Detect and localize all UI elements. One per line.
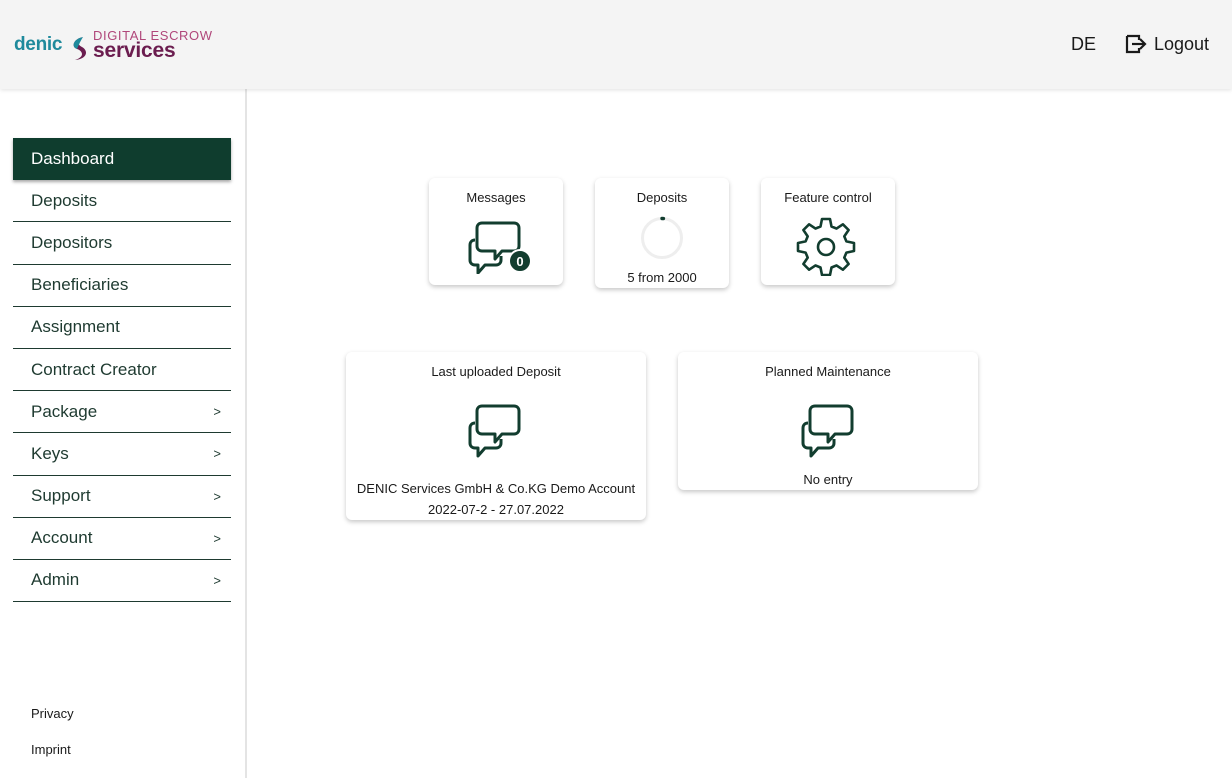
brand-name-denic: denic (14, 34, 63, 55)
card-title: Feature control (784, 190, 872, 205)
card-title: Last uploaded Deposit (431, 364, 561, 379)
sidebar-item-beneficiaries[interactable]: Beneficiaries (13, 265, 231, 307)
chevron-right-icon: > (213, 572, 221, 588)
deposit-account-name: DENIC Services GmbH & Co.KG Demo Account (356, 481, 636, 496)
imprint-link[interactable]: Imprint (31, 742, 71, 757)
sidebar-item-assignment[interactable]: Assignment (13, 307, 231, 349)
maintenance-status: No entry (803, 472, 853, 487)
sidebar: Dashboard Deposits Depositors Beneficiar… (0, 89, 247, 778)
planned-maintenance-card[interactable]: Planned Maintenance No entry (678, 352, 978, 490)
chevron-right-icon: > (213, 530, 221, 546)
sidebar-item-label: Dashboard (31, 149, 115, 169)
privacy-link[interactable]: Privacy (31, 706, 74, 721)
sidebar-item-label: Contract Creator (31, 359, 157, 379)
last-uploaded-deposit-card[interactable]: Last uploaded Deposit DENIC Services Gmb… (346, 352, 646, 520)
sidebar-item-account[interactable]: Account > (13, 518, 231, 560)
feature-control-card[interactable]: Feature control (761, 178, 895, 285)
sidebar-item-support[interactable]: Support > (13, 476, 231, 518)
messages-card[interactable]: Messages 0 (429, 178, 563, 285)
deposits-usage-caption: 5 from 2000 (627, 270, 697, 285)
logout-icon (1125, 34, 1147, 54)
chat-bubbles-icon (468, 404, 521, 458)
sidebar-item-dashboard[interactable]: Dashboard (13, 138, 231, 181)
sidebar-item-contract-creator[interactable]: Contract Creator (13, 349, 231, 392)
sidebar-item-label: Account (31, 528, 93, 548)
card-title: Deposits (636, 190, 688, 205)
chevron-right-icon: > (213, 488, 221, 504)
sidebar-item-label: Assignment (31, 317, 120, 337)
sidebar-nav: Dashboard Deposits Depositors Beneficiar… (13, 138, 231, 603)
logout-button[interactable]: Logout (1124, 31, 1209, 57)
logout-label: Logout (1154, 33, 1210, 54)
progress-ring-icon (640, 216, 684, 260)
messages-count-badge: 0 (508, 249, 532, 273)
chevron-right-icon: > (213, 446, 221, 462)
brand-swirl-icon (73, 37, 87, 60)
sidebar-item-label: Depositors (31, 232, 113, 252)
sidebar-item-deposits[interactable]: Deposits (13, 180, 231, 223)
card-title: Planned Maintenance (765, 364, 891, 379)
deposit-period: 2022-07-2 - 27.07.2022 (428, 502, 564, 517)
deposits-card[interactable]: Deposits 5 from 2000 (595, 178, 729, 288)
sidebar-item-label: Support (31, 486, 91, 506)
top-header: denic DIGITAL ESCROW services DE Logout (0, 0, 1232, 89)
sidebar-item-label: Package (31, 401, 98, 421)
sidebar-item-label: Keys (31, 443, 69, 463)
sidebar-item-depositors[interactable]: Depositors (13, 222, 231, 265)
sidebar-item-keys[interactable]: Keys > (13, 433, 231, 476)
gear-icon (796, 217, 856, 276)
sidebar-item-admin[interactable]: Admin > (13, 560, 231, 603)
card-title: Messages (466, 190, 526, 205)
brand-logo[interactable]: denic DIGITAL ESCROW services (14, 28, 214, 64)
sidebar-item-label: Deposits (31, 190, 98, 210)
sidebar-item-label: Admin (31, 570, 80, 590)
language-switch[interactable]: DE (1071, 34, 1096, 55)
chevron-right-icon: > (213, 404, 221, 420)
brand-name-services: services (93, 39, 176, 62)
chat-bubbles-icon (801, 404, 854, 458)
sidebar-item-label: Beneficiaries (31, 275, 129, 295)
sidebar-item-package[interactable]: Package > (13, 391, 231, 434)
